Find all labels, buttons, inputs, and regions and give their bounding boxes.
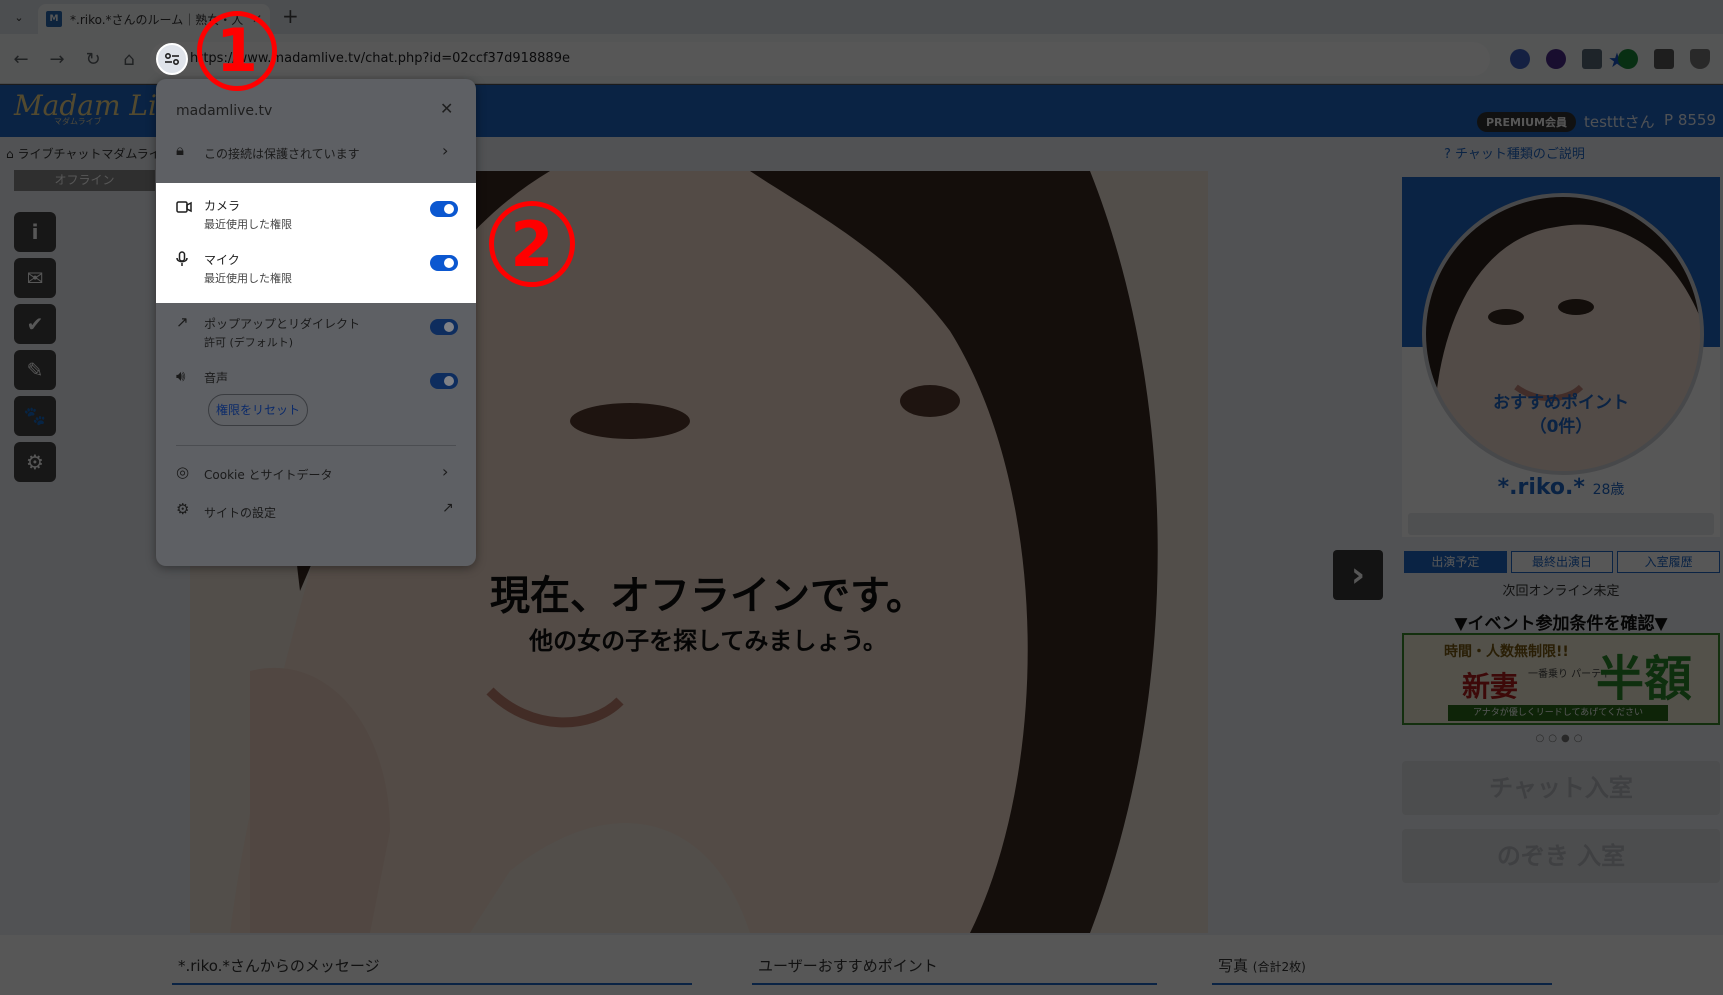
sound-toggle[interactable] [430,373,458,389]
gear-icon: ⚙ [176,500,190,518]
tab-last-online[interactable]: 最終出演日 [1510,551,1614,573]
reset-permissions-button[interactable]: 権限をリセット [208,394,308,426]
back-button[interactable]: ← [8,46,34,72]
site-settings-row[interactable]: ⚙ サイトの設定 ↗ [156,495,476,529]
connection-secure-row[interactable]: 🔒︎ この接続は保護されています › [156,131,476,171]
extension-icon-4[interactable] [1618,49,1638,69]
lock-icon: 🔒︎ [176,141,184,159]
mail-icon[interactable]: ✉ [14,258,56,298]
banner-main-text: 新妻 [1462,670,1519,703]
info-icon[interactable]: i [14,212,56,252]
banner-bottom-text: アナタが優しくリードしてあげてください [1448,705,1668,721]
camera-icon [176,199,192,217]
paw-icon[interactable]: 🐾 [14,396,56,436]
popups-label: ポップアップとリダイレクト [204,317,361,331]
connection-label: この接続は保護されています [204,147,360,161]
site-info-popup: madamlive.tv ✕ 🔒︎ この接続は保護されています › カメラ 最近… [156,79,476,566]
cookies-label: Cookie とサイトデータ [204,468,333,482]
camera-label: カメラ [204,199,241,213]
chevron-right-icon: › [442,141,449,160]
popup-divider [176,445,456,446]
chat-enter-button[interactable]: チャット入室 [1402,761,1720,815]
tab-entry-history[interactable]: 入室履歴 [1617,551,1721,573]
bottom-sections: *.riko.*さんからのメッセージ ユーザーおすすめポイント 写真 (合計2枚… [0,935,1723,995]
cookies-row[interactable]: ◎ Cookie とサイトデータ › [156,457,476,491]
site-settings-label: サイトの設定 [204,506,277,520]
next-online-text: 次回オンライン未定 [1502,584,1620,599]
microphone-icon [176,251,188,271]
event-condition-link[interactable]: ▼イベント参加条件を確認▼ [1402,609,1720,634]
event-banner[interactable]: 時間・人数無制限!! 新妻 一番乗り パーティ 半額 アナタが優しくリードしてあ… [1402,633,1720,725]
photos-section-title: 写真 (合計2枚) [1212,945,1552,985]
pencil-icon[interactable]: ✎ [14,350,56,390]
gear-icon[interactable]: ⚙ [14,442,56,482]
banner-carousel-dots[interactable]: ○○●○ [1402,733,1720,744]
new-tab-button[interactable]: + [282,4,299,28]
site-favicon: M [46,11,62,27]
mic-toggle[interactable] [430,255,458,271]
extension-icon-2[interactable] [1546,49,1566,69]
sound-permission-row: 🔊︎ 音声 [156,365,476,395]
camera-sub: 最近使用した権限 [204,218,292,231]
reload-button[interactable]: ↻ [80,46,106,72]
home-button[interactable]: ⌂ [116,46,142,72]
extension-icon-6[interactable] [1690,49,1710,69]
mic-sub: 最近使用した権限 [204,272,292,285]
offline-subtitle: 他の女の子を探してみましょう。 [529,627,887,655]
popups-permission-row: ↗ ポップアップとリダイレクト 許可 (デフォルト) [156,311,476,357]
profile-card: おすすめポイント （0件） *.riko.* 28歳 [1402,177,1720,537]
profile-panel: おすすめポイント （0件） *.riko.* 28歳 出演予定 最終出演日 入室履… [1402,177,1721,937]
next-performer-button[interactable]: › [1333,550,1383,600]
extension-icon-3[interactable] [1582,49,1602,69]
status-label: オフライン [14,170,155,191]
offline-title: 現在、オフラインです。 [490,573,926,619]
open-in-new-icon: ↗ [442,500,454,516]
banner-top-text: 時間・人数無制限!! [1444,644,1569,660]
forward-button[interactable]: → [44,46,70,72]
points-balance[interactable]: P 8559 [1664,111,1716,129]
extension-icon-5[interactable] [1654,49,1674,69]
performer-name: *.riko.* 28歳 [1497,475,1625,500]
check-icon[interactable]: ✔ [14,304,56,344]
profile-comment-bar [1408,513,1714,535]
chevron-right-icon: › [442,462,449,481]
site-info-icon[interactable] [156,43,188,75]
camera-toggle[interactable] [430,201,458,217]
popups-sub: 許可 (デフォルト) [204,336,294,349]
tab-schedule[interactable]: 出演予定 [1404,551,1507,573]
membership-badge: PREMIUM会員 [1477,112,1576,132]
close-icon[interactable]: ✕ [440,99,453,118]
recommend-points-title[interactable]: おすすめポイント （0件） [1402,391,1720,439]
user-recommend-section-title: ユーザーおすすめポイント [752,945,1157,985]
username[interactable]: testttさん [1584,111,1655,132]
cookie-icon: ◎ [176,463,190,481]
sound-label: 音声 [204,371,229,385]
banner-half-price: 半額 [1596,651,1693,707]
tab-search-button[interactable]: ⌄ [8,6,30,28]
extension-icon-1[interactable] [1510,49,1530,69]
popup-domain: madamlive.tv [176,103,273,119]
camera-permission-row: カメラ 最近使用した権限 [156,193,476,239]
chat-explain-link[interactable]: ? チャット種類のご説明 [1444,143,1585,162]
messages-section-title: *.riko.*さんからのメッセージ [172,945,692,985]
external-link-icon: ↗ [176,313,189,331]
breadcrumb[interactable]: ⌂ ライブチャットマダムライブ [6,145,173,162]
offline-message: 現在、オフラインです。 他の女の子を探してみましょう。 [490,563,926,656]
speaker-icon: 🔊︎ [176,367,186,385]
mic-label: マイク [204,253,240,267]
popups-toggle[interactable] [430,319,458,335]
step-2-annotation: 2 [489,201,575,287]
step-1-annotation: 1 [197,11,277,91]
mic-permission-row: マイク 最近使用した権限 [156,247,476,293]
schedule-tabs: 出演予定 最終出演日 入室履歴 [1404,551,1721,573]
address-bar[interactable]: https://www.madamlive.tv/chat.php?id=02c… [150,42,1626,76]
peek-enter-button[interactable]: のぞき 入室 [1402,829,1720,883]
permission-highlight: カメラ 最近使用した権限 マイク 最近使用した権限 [156,183,476,303]
